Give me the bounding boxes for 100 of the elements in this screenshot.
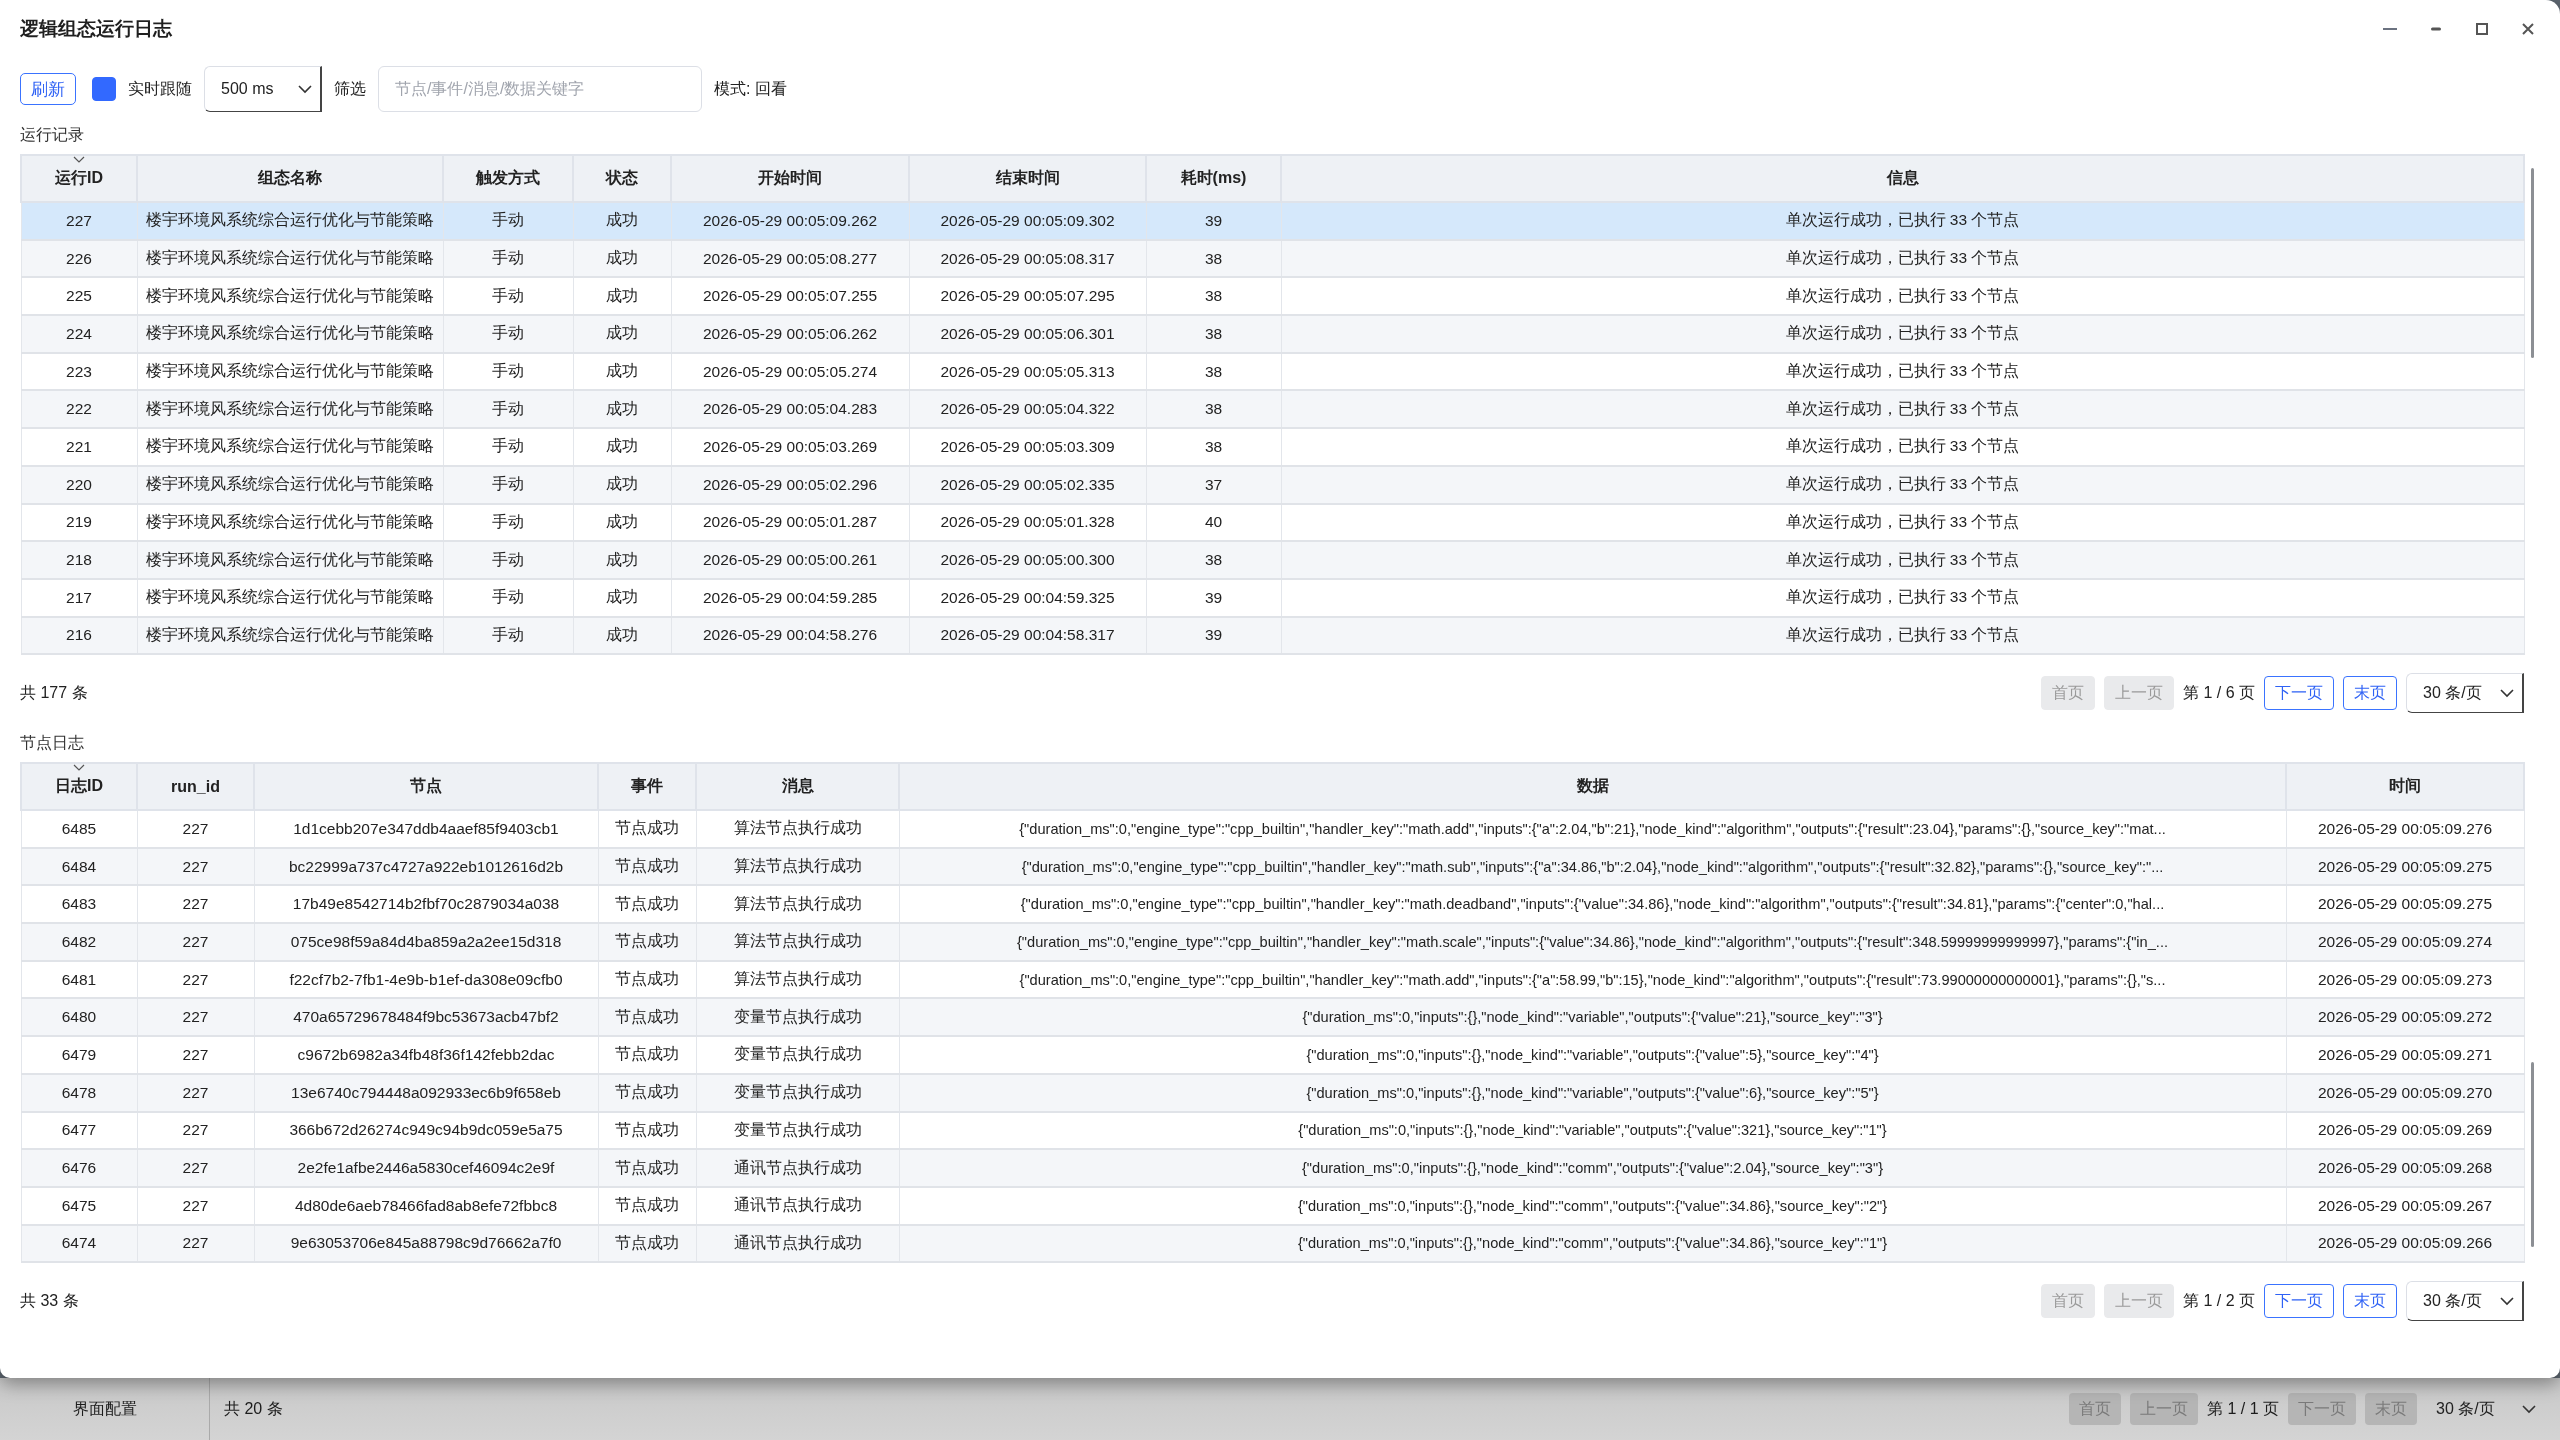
sidebar-item[interactable]: 界面配置 [72, 1398, 137, 1420]
table-row[interactable]: 218 楼宇环境风系统综合运行优化与节能策略 手动 成功 2026-05-29 00:05:00.261 2026-05-29 00:05:00.300 38 单次运行成功，已执行 33 个节点 [21, 541, 2524, 579]
table-row[interactable] [21, 885, 2524, 924]
table-cell: 227 [137, 1149, 254, 1187]
table-row[interactable] [21, 960, 2524, 999]
table-row[interactable] [21, 847, 2524, 886]
table-row[interactable]: 224 楼宇环境风系统综合运行优化与节能策略 手动 成功 2026-05-29 00:05:06.262 2026-05-29 00:05:06.301 38 单次运行成功，已执行 33 个节点 [21, 315, 2524, 353]
checkbox-label: 实时跟随 [128, 78, 192, 99]
table-cell: 217 [21, 578, 137, 617]
table-cell: 楼宇环境风系统综合运行优化与节能策略 [137, 578, 443, 617]
chevron-down-icon [2500, 688, 2514, 698]
column-title: 消息 [781, 777, 814, 794]
table-cell: 通讯节点执行成功 [696, 1224, 899, 1263]
table-cell: 38 [1146, 315, 1281, 353]
page-indicator: 第 1 / 6 页 [2182, 682, 2255, 703]
column-title: 结束时间 [995, 169, 1060, 186]
page-size-select[interactable]: 30 条/页 [2406, 673, 2524, 713]
table-cell: 2026-05-29 00:04:59.325 [909, 578, 1146, 617]
dash-icon [2431, 27, 2441, 31]
table-cell: 6476 [21, 1149, 137, 1187]
table-cell: 通讯节点执行成功 [696, 1186, 899, 1225]
table-cell: 楼宇环境风系统综合运行优化与节能策略 [137, 616, 443, 655]
table-cell: 227 [137, 1186, 254, 1225]
interval-select[interactable]: 500 ms [204, 66, 322, 112]
table-cell: 成功 [573, 465, 671, 504]
scrollbar-thumb[interactable] [2531, 1062, 2534, 1247]
table-cell: 9e63053706e845a88798c9d76662a7f0 [254, 1224, 598, 1263]
filter-field[interactable]: 节点/事件/消息/数据关键字 [378, 66, 702, 112]
table-cell: 6478 [21, 1073, 137, 1112]
table-cell: 2026-05-29 00:05:06.301 [909, 315, 1146, 353]
table-row[interactable] [21, 810, 2524, 848]
table-row[interactable]: 219 楼宇环境风系统综合运行优化与节能策略 手动 成功 2026-05-29 00:05:01.287 2026-05-29 00:05:01.328 40 单次运行成功，已执行 33 个节点 [21, 503, 2524, 542]
table-row[interactable]: 6474 227 9e63053706e845a88798c9d76662a7f0 节点成功 通讯节点执行成功 {"duration_ms":0,"inputs":{},"node_kind":"comm","outputs":{"value":34.86},"source_key":"1"} 2026-05-29 00:05:09.266 [21, 1224, 2524, 1263]
table-cell: 2e2fe1afbe2446a5830cef46094c2e9f [254, 1149, 598, 1187]
table-cell: 6485 [21, 810, 137, 848]
column-title: 开始时间 [758, 169, 822, 186]
table-cell: 6475 [21, 1186, 137, 1225]
table-cell: 成功 [573, 428, 671, 466]
table-cell: 成功 [573, 541, 671, 579]
table-row[interactable]: 226 楼宇环境风系统综合运行优化与节能策略 手动 成功 2026-05-29 00:05:08.277 2026-05-29 00:05:08.317 38 单次运行成功，已执行 33 个节点 [21, 239, 2524, 278]
table-row[interactable]: 6479 227 c9672b6982a34fb48f36f142febb2dac 节点成功 变量节点执行成功 {"duration_ms":0,"inputs":{},"node_kind":"variable","outputs":{"value":5},"source_key":"4"} 2026-05-29 00:05:09.271 [21, 1036, 2524, 1074]
table-row[interactable]: 6480 227 470a65729678484f9bc53673acb47bf2 节点成功 变量节点执行成功 {"duration_ms":0,"inputs":{},"node_kind":"variable","outputs":{"value":21},"source_key":"3"} 2026-05-29 00:05:09.272 [21, 998, 2524, 1037]
table-row[interactable]: 6478 227 13e6740c794448a092933ec6b9f658eb 节点成功 变量节点执行成功 {"duration_ms":0,"inputs":{},"node_kind":"variable","outputs":{"value":6},"source_key":"5"} 2026-05-29 00:05:09.270 [21, 1073, 2524, 1112]
page-indicator: 第 1 / 2 页 [2182, 1290, 2255, 1311]
page-size-select[interactable]: 30 条/页 [2426, 1390, 2544, 1428]
table-cell: 手动 [443, 616, 573, 655]
table-cell: 2026-05-29 00:05:09.274 [2286, 923, 2524, 961]
scrollbar-thumb[interactable] [2531, 168, 2534, 358]
table-cell: 2026-05-29 00:05:09.270 [2286, 1073, 2524, 1112]
table-cell: 13e6740c794448a092933ec6b9f658eb [254, 1073, 598, 1112]
table-row[interactable]: 223 楼宇环境风系统综合运行优化与节能策略 手动 成功 2026-05-29 00:05:05.274 2026-05-29 00:05:05.313 38 单次运行成功，已执行 33 个节点 [21, 352, 2524, 391]
table-cell: {"duration_ms":0,"inputs":{},"node_kind":"variable","outputs":{"value":5},"source_key":"4"} [899, 1036, 2286, 1074]
table-cell: 成功 [573, 578, 671, 617]
table-cell: 单次运行成功，已执行 33 个节点 [1281, 465, 2524, 504]
table-cell: 2026-05-29 00:05:00.261 [671, 541, 909, 579]
table-row[interactable]: 6477 227 366b672d26274c949c94b9dc059e5a75 节点成功 变量节点执行成功 {"duration_ms":0,"inputs":{},"node_kind":"variable","outputs":{"value":321},"source_key":"1"} 2026-05-29 00:05:09.269 [21, 1111, 2524, 1150]
table-cell: 227 [137, 1224, 254, 1263]
close-icon [2522, 23, 2534, 35]
table-cell: 2026-05-29 00:05:09.267 [2286, 1186, 2524, 1225]
table-row[interactable] [21, 923, 2524, 961]
table-cell: 节点成功 [598, 1073, 696, 1112]
refresh-button[interactable]: 刷新 [20, 73, 76, 105]
table-row[interactable]: 217 楼宇环境风系统综合运行优化与节能策略 手动 成功 2026-05-29 00:04:59.285 2026-05-29 00:04:59.325 39 单次运行成功，已执行 33 个节点 [21, 578, 2524, 617]
minimize-icon [2383, 27, 2397, 31]
page-button[interactable]: 下一页 [2264, 1284, 2334, 1318]
table-row[interactable]: 6475 227 4d80de6aeb78466fad8ab8efe72fbbc8 节点成功 通讯节点执行成功 {"duration_ms":0,"inputs":{},"node_kind":"comm","outputs":{"value":34.86},"source_key":"2"} 2026-05-29 00:05:09.267 [21, 1186, 2524, 1225]
table-cell: 算法节点执行成功 [696, 810, 899, 848]
table-row[interactable]: 221 楼宇环境风系统综合运行优化与节能策略 手动 成功 2026-05-29 00:05:03.269 2026-05-29 00:05:03.309 38 单次运行成功，已执行 33 个节点 [21, 428, 2524, 466]
table-cell: 2026-05-29 00:04:58.276 [671, 616, 909, 655]
table-row[interactable]: 222 楼宇环境风系统综合运行优化与节能策略 手动 成功 2026-05-29 00:05:04.283 2026-05-29 00:05:04.322 38 单次运行成功，已执行 33 个节点 [21, 390, 2524, 429]
table-row[interactable]: 225 楼宇环境风系统综合运行优化与节能策略 手动 成功 2026-05-29 00:05:07.255 2026-05-29 00:05:07.295 38 单次运行成功，已执行 33 个节点 [21, 277, 2524, 316]
table-cell: {"duration_ms":0,"inputs":{},"node_kind":"comm","outputs":{"value":34.86},"source_key":"1"} [899, 1224, 2286, 1263]
table-cell: 2026-05-29 00:05:09.266 [2286, 1224, 2524, 1263]
table-cell: 39 [1146, 578, 1281, 617]
table-cell: 单次运行成功，已执行 33 个节点 [1281, 578, 2524, 617]
table-cell: 节点成功 [598, 1149, 696, 1187]
follow-checkbox[interactable] [92, 77, 116, 101]
table-row[interactable]: 220 楼宇环境风系统综合运行优化与节能策略 手动 成功 2026-05-29 00:05:02.296 2026-05-29 00:05:02.335 37 单次运行成功，已执行 33 个节点 [21, 465, 2524, 504]
table-cell: 37 [1146, 465, 1281, 504]
section-title: 运行记录 [20, 124, 85, 145]
total-count: 共 33 条 [20, 1290, 79, 1311]
table-cell: 2026-05-29 00:05:03.309 [909, 428, 1146, 466]
column-title: 节点 [410, 777, 442, 794]
table-cell: 227 [137, 923, 254, 961]
table-cell: 224 [21, 315, 137, 353]
table-cell: 单次运行成功，已执行 33 个节点 [1281, 616, 2524, 655]
column-title: 运行ID [55, 169, 103, 186]
table-cell: 2026-05-29 00:05:09.302 [909, 202, 1146, 240]
page-button[interactable]: 末页 [2343, 676, 2397, 710]
table-row[interactable]: 216 楼宇环境风系统综合运行优化与节能策略 手动 成功 2026-05-29 00:04:58.276 2026-05-29 00:04:58.317 39 单次运行成功，已执行 33 个节点 [21, 616, 2524, 655]
page-size-select[interactable]: 30 条/页 [2406, 1281, 2524, 1321]
page-button[interactable]: 下一页 [2264, 676, 2334, 710]
table-row[interactable]: 227 楼宇环境风系统综合运行优化与节能策略 手动 成功 2026-05-29 00:05:09.262 2026-05-29 00:05:09.302 39 单次运行成功，已执行 33 个节点 [21, 202, 2524, 240]
table-cell: {"duration_ms":0,"inputs":{},"node_kind":"variable","outputs":{"value":6},"source_key":"5"} [899, 1073, 2286, 1112]
table-row[interactable]: 6476 227 2e2fe1afbe2446a5830cef46094c2e9f 节点成功 通讯节点执行成功 {"duration_ms":0,"inputs":{},"node_kind":"comm","outputs":{"value":2.04},"source_key":"3"} 2026-05-29 00:05:09.268 [21, 1149, 2524, 1187]
page-button[interactable]: 末页 [2343, 1284, 2397, 1318]
section-title: 节点日志 [20, 732, 85, 753]
table-cell: 221 [21, 428, 137, 466]
table-cell: 2026-05-29 00:05:09.276 [2286, 810, 2524, 848]
table-cell: {"duration_ms":0,"engine_type":"cpp_builtin","handler_key":"math.scale","inputs":{"value":34.86},"node_kind":"algorithm","outputs":{"result":348.59999999999997},"params":{"in_... [899, 923, 2286, 961]
